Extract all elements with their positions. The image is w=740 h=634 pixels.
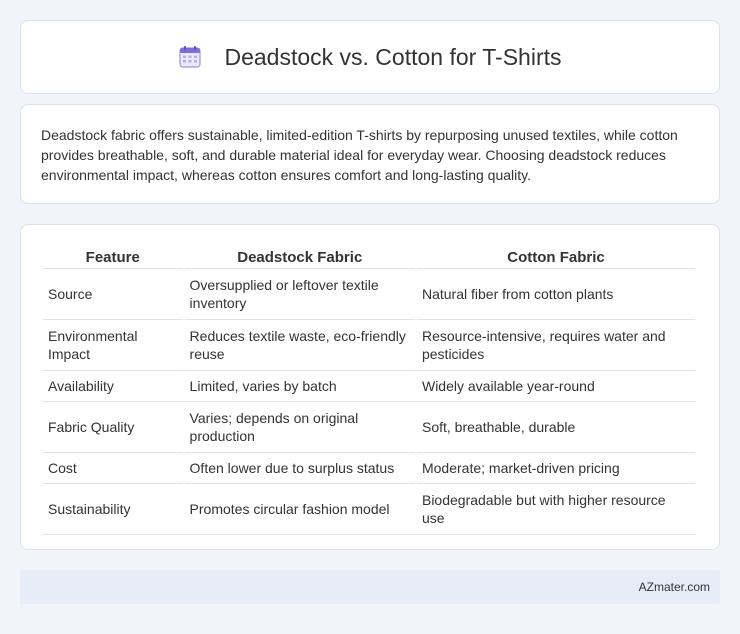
table-cell: Availability [43, 371, 183, 402]
table-cell: Sustainability [43, 484, 183, 535]
table-cell: Natural fiber from cotton plants [416, 269, 695, 320]
table-cell: Soft, breathable, durable [416, 402, 695, 453]
calendar-icon [178, 45, 202, 69]
table-row: Source Oversupplied or leftover textile … [43, 269, 695, 320]
table-cell: Limited, varies by batch [184, 371, 415, 402]
table-header-row: Feature Deadstock Fabric Cotton Fabric [43, 245, 695, 269]
table-cell: Source [43, 269, 183, 320]
table-cell: Varies; depends on original production [184, 402, 415, 453]
column-header-feature: Feature [43, 245, 183, 269]
intro-text: Deadstock fabric offers sustainable, lim… [41, 127, 678, 183]
column-header-deadstock: Deadstock Fabric [184, 245, 415, 269]
table-cell: Promotes circular fashion model [184, 484, 415, 535]
page-title: Deadstock vs. Cotton for T-Shirts [224, 43, 562, 70]
table-cell: Cost [43, 453, 183, 484]
title-card: Deadstock vs. Cotton for T-Shirts [20, 20, 720, 94]
comparison-table: Feature Deadstock Fabric Cotton Fabric S… [41, 245, 697, 535]
table-cell: Reduces textile waste, eco-friendly reus… [184, 320, 415, 371]
footer: AZmater.com [20, 570, 720, 604]
comparison-table-card: Feature Deadstock Fabric Cotton Fabric S… [20, 224, 720, 550]
table-cell: Biodegradable but with higher resource u… [416, 484, 695, 535]
table-cell: Often lower due to surplus status [184, 453, 415, 484]
table-cell: Environmental Impact [43, 320, 183, 371]
table-row: Availability Limited, varies by batch Wi… [43, 371, 695, 402]
footer-brand: AZmater.com [638, 580, 710, 594]
table-row: Cost Often lower due to surplus status M… [43, 453, 695, 484]
column-header-cotton: Cotton Fabric [416, 245, 695, 269]
intro-card: Deadstock fabric offers sustainable, lim… [20, 104, 720, 204]
table-cell: Widely available year-round [416, 371, 695, 402]
table-row: Fabric Quality Varies; depends on origin… [43, 402, 695, 453]
table-cell: Moderate; market-driven pricing [416, 453, 695, 484]
table-row: Sustainability Promotes circular fashion… [43, 484, 695, 535]
table-cell: Oversupplied or leftover textile invento… [184, 269, 415, 320]
table-row: Environmental Impact Reduces textile was… [43, 320, 695, 371]
table-cell: Fabric Quality [43, 402, 183, 453]
table-cell: Resource-intensive, requires water and p… [416, 320, 695, 371]
